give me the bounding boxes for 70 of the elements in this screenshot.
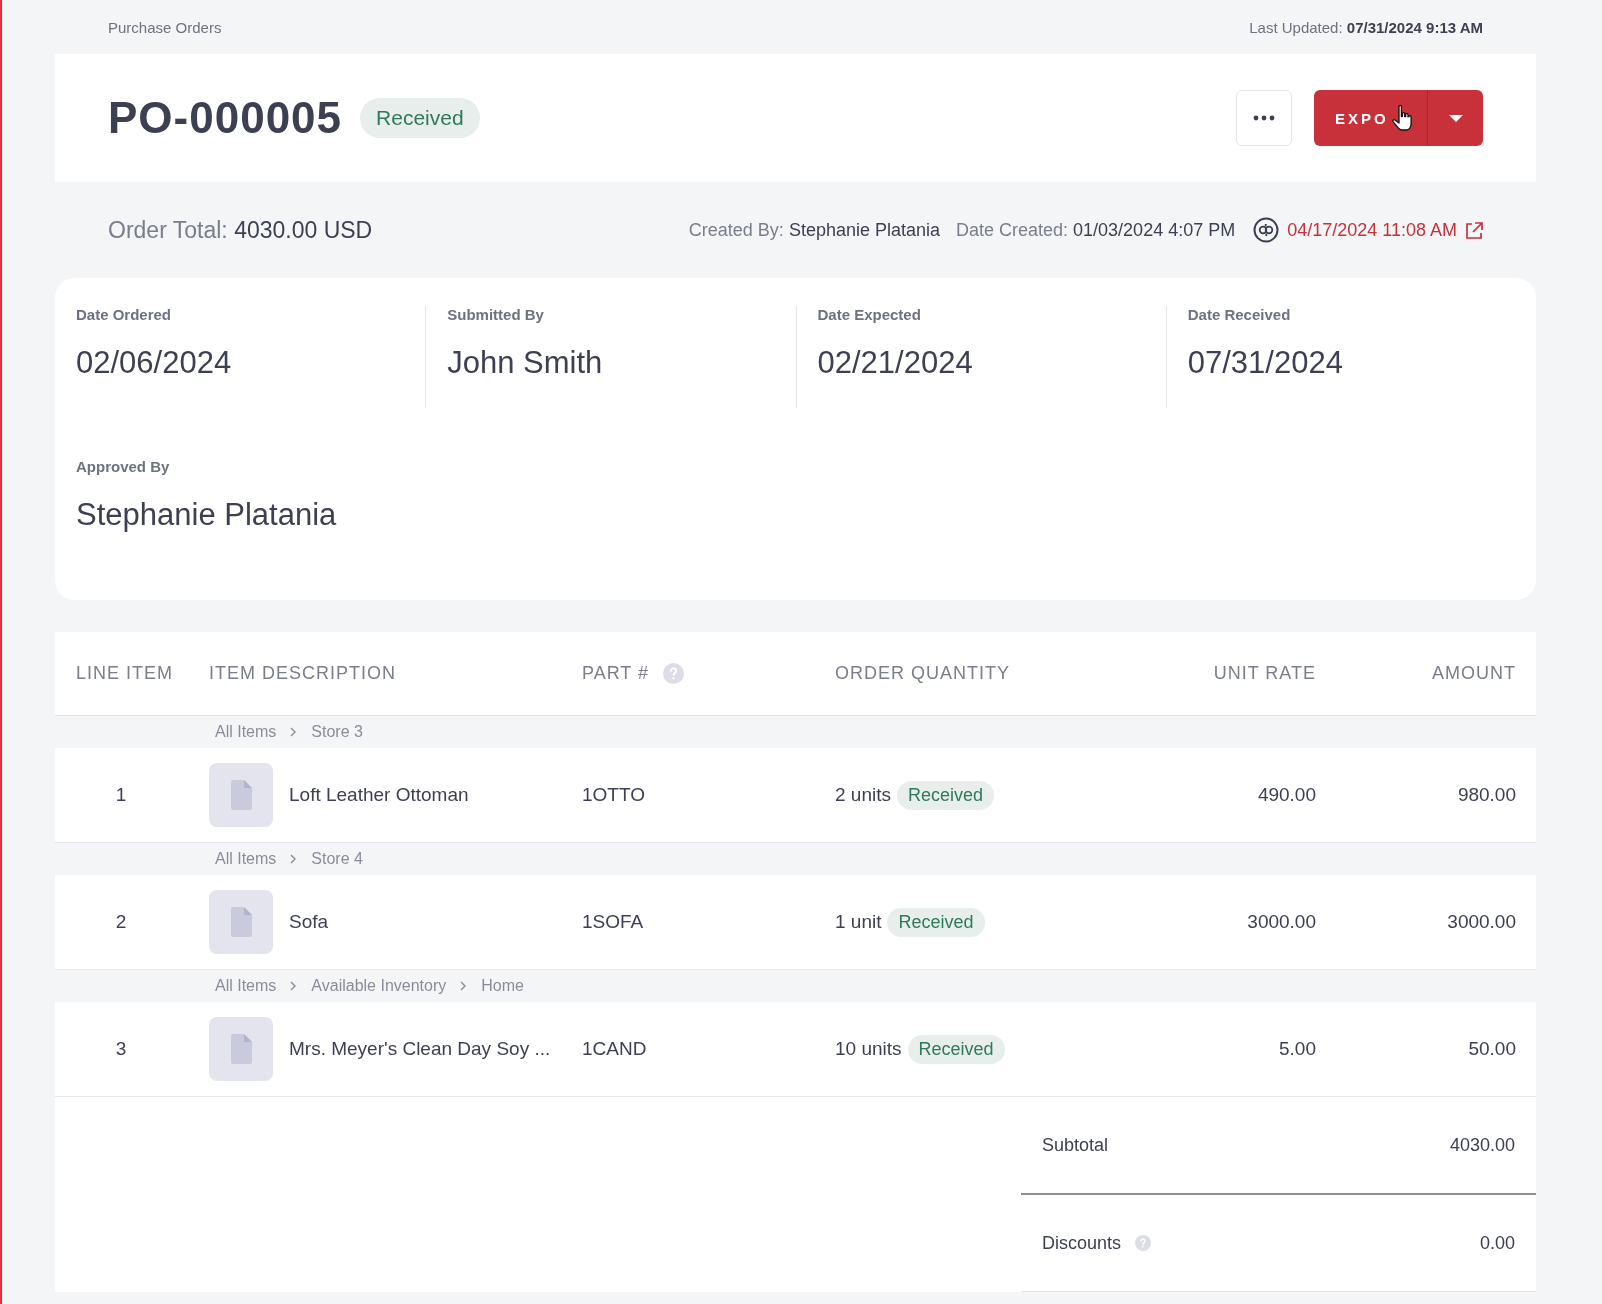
accounting-logo-icon <box>1253 217 1280 243</box>
line-number: 2 <box>114 911 128 933</box>
category-text: Home <box>481 977 524 995</box>
external-link-icon[interactable] <box>1465 221 1483 239</box>
column-header: ITEM DESCRIPTION <box>209 663 396 684</box>
status-badge: Received <box>897 780 995 810</box>
chevron-icon <box>460 981 468 991</box>
detail-value: 02/21/2024 <box>817 345 974 381</box>
order-quantity: 2 units <box>835 784 891 806</box>
date-created-text: Date Created: 01/03/2024 4:07 PM <box>956 219 1236 241</box>
more-button[interactable] <box>1236 90 1292 146</box>
sync-time-link[interactable]: 04/17/2024 11:08 AM <box>1287 219 1457 241</box>
unit-rate: 3000.00 <box>1246 911 1316 933</box>
status-badge: Received <box>887 907 985 937</box>
total-value: 0.00 <box>1479 1232 1515 1254</box>
column-header: PART # <box>582 663 650 684</box>
category-text: All Items <box>215 977 277 995</box>
detail-value: 02/06/2024 <box>76 345 233 381</box>
category-text: Store 3 <box>311 723 363 741</box>
page-breadcrumb[interactable]: Purchase Orders <box>108 18 222 36</box>
unit-rate: 490.00 <box>1256 784 1316 806</box>
item-description: Mrs. Meyer's Clean Day Soy ... <box>289 1038 551 1060</box>
total-label: Discounts <box>1042 1232 1122 1254</box>
column-header: LINE ITEM <box>76 663 173 684</box>
column-header: UNIT RATE <box>1213 663 1316 684</box>
line-number: 3 <box>114 1038 128 1060</box>
item-description: Loft Leather Ottoman <box>289 784 469 806</box>
detail-label: Date Expected <box>817 306 922 323</box>
document-icon <box>230 1034 252 1064</box>
part-number: 1CAND <box>582 1038 648 1060</box>
help-icon[interactable] <box>1135 1235 1152 1251</box>
chevron-icon <box>290 981 298 991</box>
order-total: Order Total: 4030.00 USD <box>108 216 373 244</box>
more-icon <box>1253 115 1275 121</box>
help-icon[interactable] <box>663 663 685 684</box>
order-quantity: 10 units <box>835 1038 902 1060</box>
total-value: 4030.00 <box>1449 1134 1515 1156</box>
column-header: ORDER QUANTITY <box>835 663 1010 684</box>
document-icon <box>230 780 252 810</box>
unit-rate: 5.00 <box>1278 1038 1316 1060</box>
chevron-icon <box>290 727 298 737</box>
created-by-text: Created By: Stephanie Platania <box>688 219 940 241</box>
last-updated-text: Last Updated: 07/31/2024 9:13 AM <box>1249 18 1483 36</box>
part-number: 1SOFA <box>582 911 645 933</box>
status-badge: Received <box>907 1034 1005 1064</box>
line-number: 1 <box>114 784 128 806</box>
detail-label: Approved By <box>76 458 171 475</box>
amount: 50.00 <box>1467 1038 1516 1060</box>
category-text: All Items <box>215 850 277 868</box>
detail-label: Submitted By <box>447 306 545 323</box>
category-text: Store 4 <box>311 850 363 868</box>
amount: 980.00 <box>1456 784 1516 806</box>
part-number: 1OTTO <box>582 784 646 806</box>
detail-label: Date Received <box>1187 306 1292 323</box>
detail-label: Date Ordered <box>76 306 173 323</box>
amount: 3000.00 <box>1446 911 1516 933</box>
document-icon <box>230 907 252 937</box>
chevron-icon <box>290 854 298 864</box>
category-text: Available Inventory <box>311 977 447 995</box>
detail-value: Stephanie Platania <box>76 497 338 533</box>
category-text: All Items <box>215 723 277 741</box>
order-quantity: 1 unit <box>835 911 882 933</box>
status-badge: Received <box>360 98 480 138</box>
order-title: PO-000005 <box>108 93 343 143</box>
detail-value: John Smith <box>447 345 604 381</box>
column-header: AMOUNT <box>1432 663 1516 684</box>
detail-value: 07/31/2024 <box>1187 345 1344 381</box>
caret-icon <box>1448 114 1463 122</box>
total-label: Subtotal <box>1042 1134 1109 1156</box>
item-description: Sofa <box>289 911 329 933</box>
